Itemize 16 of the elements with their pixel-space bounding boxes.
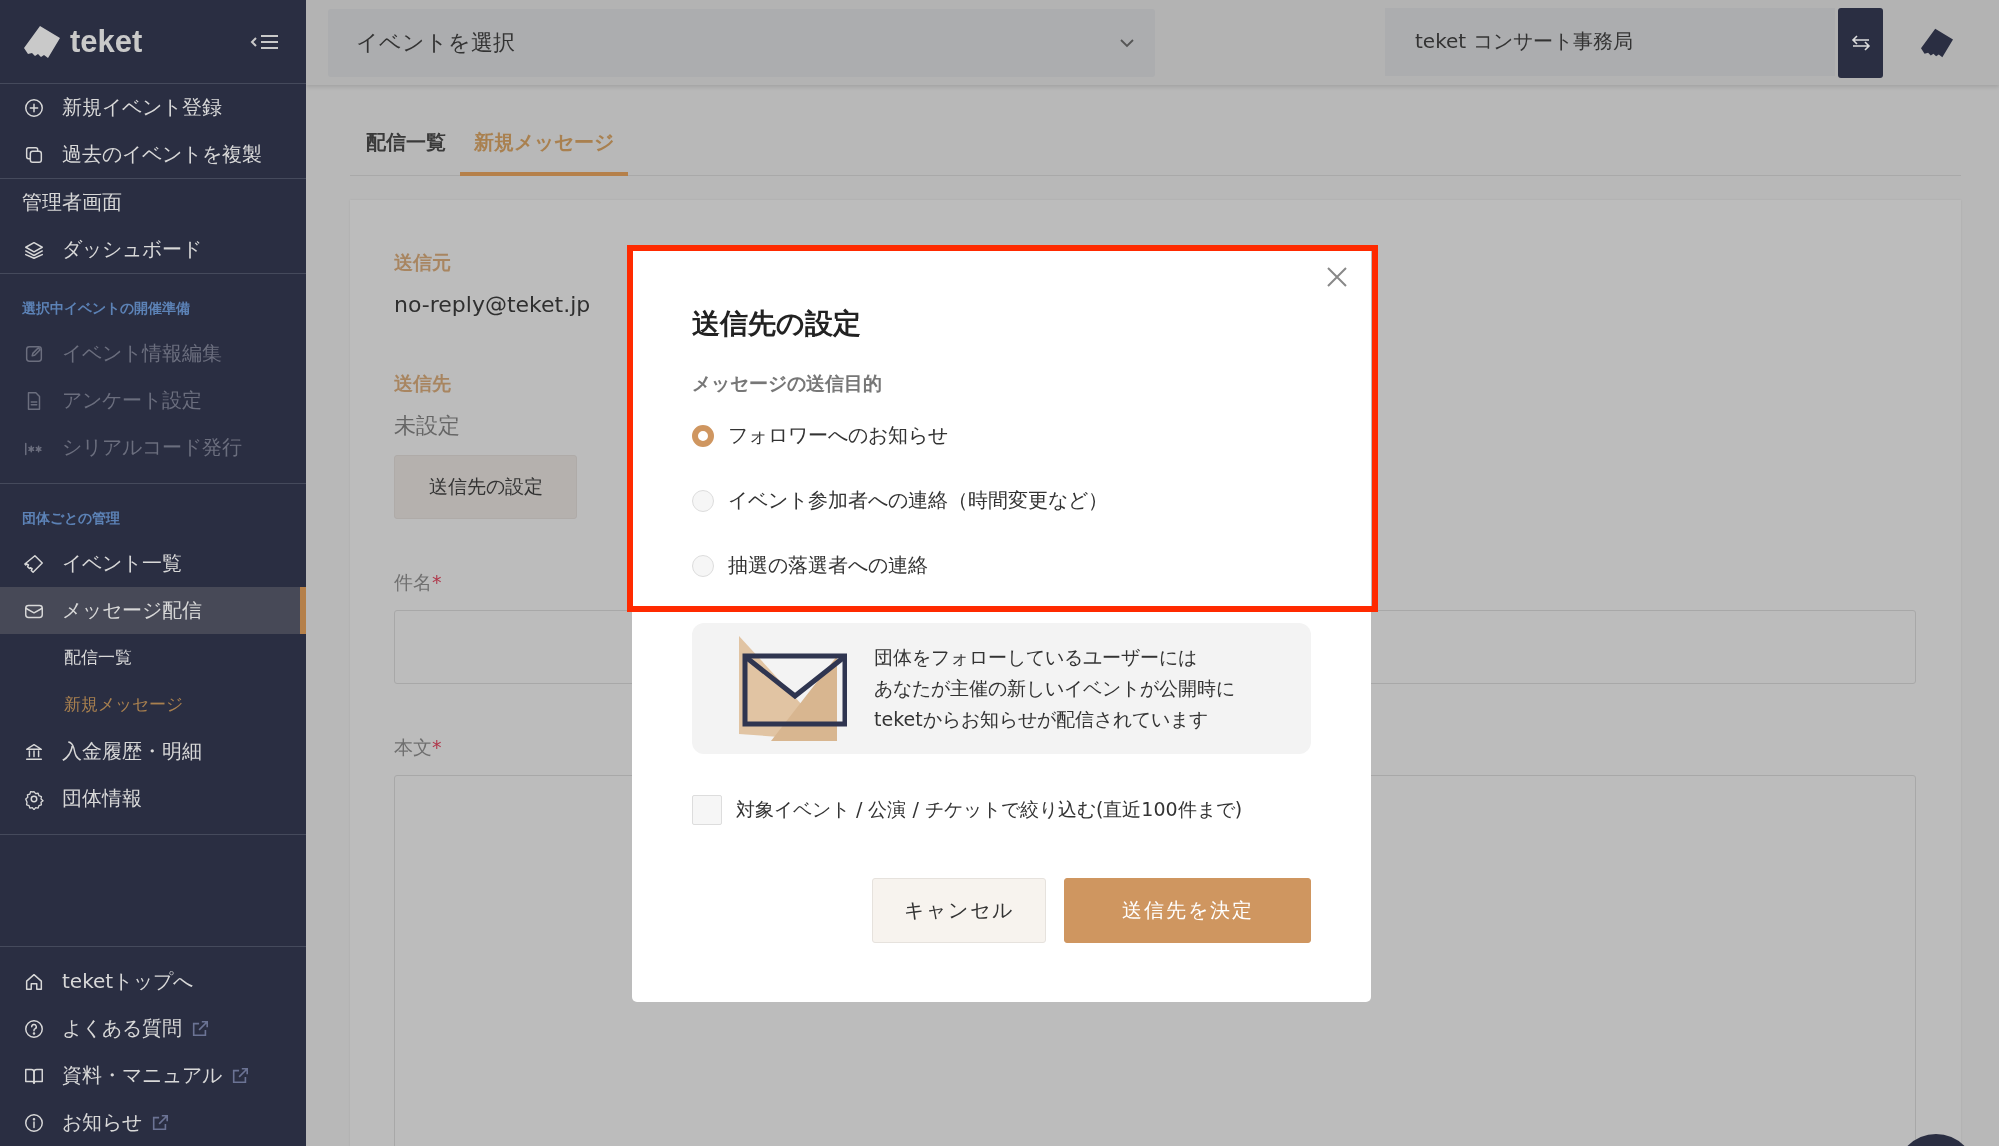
sender-address: no-reply@teket.jp [394,291,591,319]
dialog-title: 送信先の設定 [692,306,862,342]
sidebar-heading: 管理者画面 [21,189,123,216]
field-label: 送信元 [394,250,451,275]
dialog-subtitle: メッセージの送信目的 [692,371,883,396]
logo-text: teket [70,23,143,60]
section-title: 団体ごとの管理 [21,509,121,528]
field-label: 送信先 [394,371,451,396]
recipient-value: 未設定 [394,412,460,440]
required-mark: * [432,736,442,758]
field-label: 件名 [394,571,432,593]
info-text: 団体をフォローしているユーザーには あなたが主催の新しいイベントが公開時に teketからお知らせが配信されています [874,645,1235,732]
organization-field: teket コンサート事務局 [1385,7,1835,76]
field-label: 本文 [394,736,432,758]
section-title: 選択中イベントの開催準備 [21,299,191,318]
required-mark: * [432,571,442,593]
